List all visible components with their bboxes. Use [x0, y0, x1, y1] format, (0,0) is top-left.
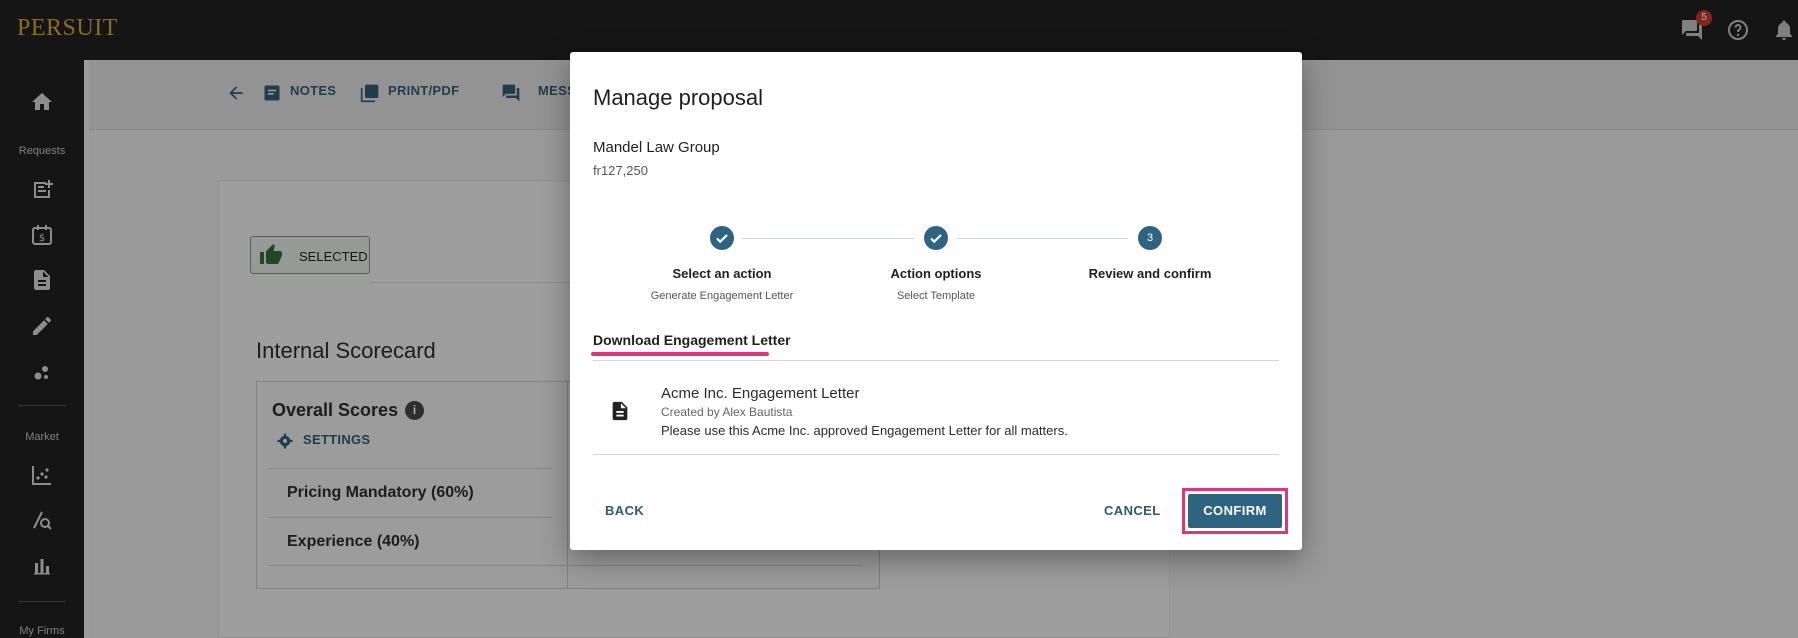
divider: [593, 360, 1279, 361]
template-title[interactable]: Acme Inc. Engagement Letter: [661, 385, 859, 402]
step-connector: [956, 238, 1128, 239]
manage-proposal-dialog: Manage proposal Mandel Law Group fr127,2…: [570, 52, 1302, 550]
firm-name: Mandel Law Group: [593, 139, 720, 156]
dialog-title: Manage proposal: [593, 85, 764, 110]
step-1-subtitle: Generate Engagement Letter: [650, 290, 794, 302]
step-2-title: Action options: [890, 266, 982, 281]
tab-active-indicator: [591, 352, 769, 356]
step-2-subtitle: Select Template: [896, 290, 976, 302]
divider: [593, 454, 1279, 455]
step-3-number: 3: [1138, 226, 1162, 250]
template-description: Please use this Acme Inc. approved Engag…: [661, 423, 1068, 438]
template-author: Created by Alex Bautista: [661, 405, 793, 419]
proposal-amount: fr127,250: [593, 163, 648, 178]
tab-download-engagement-letter[interactable]: Download Engagement Letter: [593, 332, 791, 348]
back-button[interactable]: BACK: [605, 503, 644, 518]
step-1-check-icon: [710, 226, 734, 250]
cancel-button[interactable]: CANCEL: [1104, 503, 1161, 518]
step-1-title: Select an action: [672, 266, 772, 281]
step-connector: [742, 238, 914, 239]
confirm-button[interactable]: CONFIRM: [1188, 494, 1282, 528]
document-icon: [612, 401, 628, 421]
step-3-title: Review and confirm: [1088, 266, 1212, 281]
step-2-check-icon: [924, 226, 948, 250]
